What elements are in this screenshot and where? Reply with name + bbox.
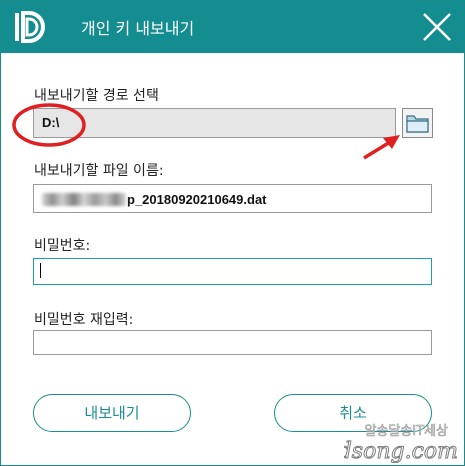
export-button[interactable]: 내보내기: [33, 394, 191, 432]
confirm-password-input[interactable]: [33, 330, 432, 355]
filename-label: 내보내기할 파일 이름:: [34, 163, 164, 179]
password-input[interactable]: [33, 258, 432, 285]
pointer-arrow-icon: [363, 137, 396, 160]
close-button[interactable]: [419, 9, 455, 45]
export-filename-field[interactable]: p_20180920210649.dat: [33, 184, 432, 213]
password-label: 비밀번호:: [34, 238, 91, 254]
blurred-filename-prefix: [42, 193, 126, 207]
watermark: 알송달송IT세상 rdsong.com: [344, 424, 459, 463]
folder-icon: [406, 115, 429, 133]
filename-value: p_20180920210649.dat: [127, 192, 267, 208]
browse-folder-button[interactable]: [402, 108, 433, 138]
title-bar: 개인 키 내보내기: [1, 1, 464, 53]
watermark-text-bottom: rdsong.com: [344, 439, 458, 463]
confirm-password-label: 비밀번호 재입력:: [34, 312, 134, 328]
dialog-title: 개인 키 내보내기: [81, 19, 195, 38]
close-icon: [423, 13, 451, 41]
export-path-field[interactable]: D:\: [33, 108, 396, 138]
app-logo-icon: [13, 10, 49, 44]
watermark-text-top: 알송달송IT세상: [364, 424, 448, 439]
export-private-key-dialog: 개인 키 내보내기 내보내기할 경로 선택 D:\ 내보내기할 파일 이름: p…: [0, 0, 465, 466]
path-label: 내보내기할 경로 선택: [34, 88, 159, 104]
text-caret: [40, 263, 41, 278]
